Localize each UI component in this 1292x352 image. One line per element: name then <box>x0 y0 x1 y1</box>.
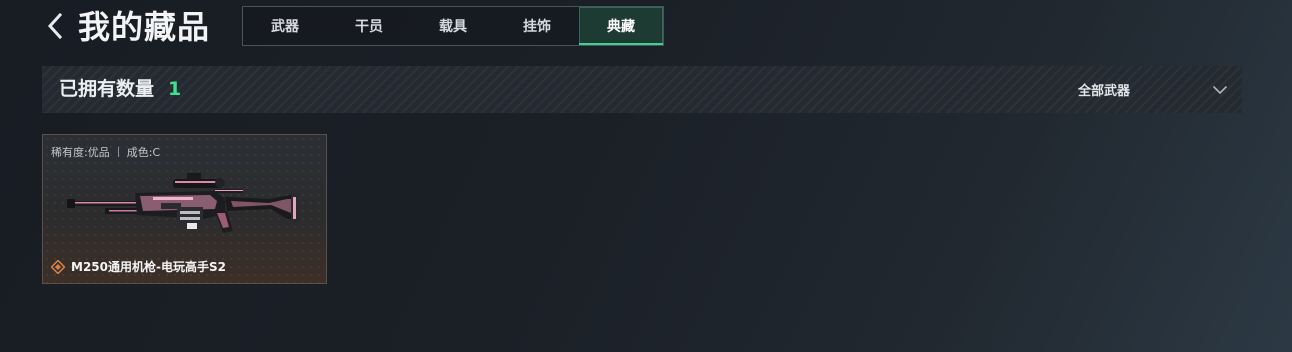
owned-count-bar: 已拥有数量 1 全部武器 <box>42 66 1242 113</box>
weapon-filter-select[interactable]: 全部武器 <box>1078 74 1228 105</box>
item-rarity: 稀有度:优品 <box>51 146 110 159</box>
tab-vehicles[interactable]: 载具 <box>411 7 495 45</box>
diamond-rarity-icon <box>51 259 65 274</box>
chevron-left-icon <box>47 13 63 39</box>
item-condition: 成色:C <box>126 146 161 159</box>
item-name: M250通用机枪-电玩高手S2 <box>71 260 226 274</box>
owned-count-value: 1 <box>168 78 182 100</box>
chevron-down-icon <box>1212 85 1228 94</box>
tab-weapons[interactable]: 武器 <box>243 7 327 45</box>
back-button[interactable] <box>42 10 68 42</box>
weapon-image <box>67 173 299 233</box>
header: 我的藏品 武器 干员 载具 挂饰 典藏 <box>0 0 1292 56</box>
weapon-filter-value: 全部武器 <box>1078 84 1131 99</box>
tab-collection[interactable]: 典藏 <box>579 7 663 45</box>
owned-count-label: 已拥有数量 <box>59 78 155 100</box>
category-tabs: 武器 干员 载具 挂饰 典藏 <box>242 6 664 46</box>
tab-operators[interactable]: 干员 <box>327 7 411 45</box>
collection-item-card[interactable]: 稀有度:优品 成色:C M250通用机枪-电玩高手S2 <box>42 134 327 284</box>
meta-divider <box>117 147 119 157</box>
item-meta: 稀有度:优品 成色:C <box>51 144 160 160</box>
page-title: 我的藏品 <box>78 8 211 46</box>
tab-charms[interactable]: 挂饰 <box>495 7 579 45</box>
item-footer: M250通用机枪-电玩高手S2 <box>51 258 226 275</box>
